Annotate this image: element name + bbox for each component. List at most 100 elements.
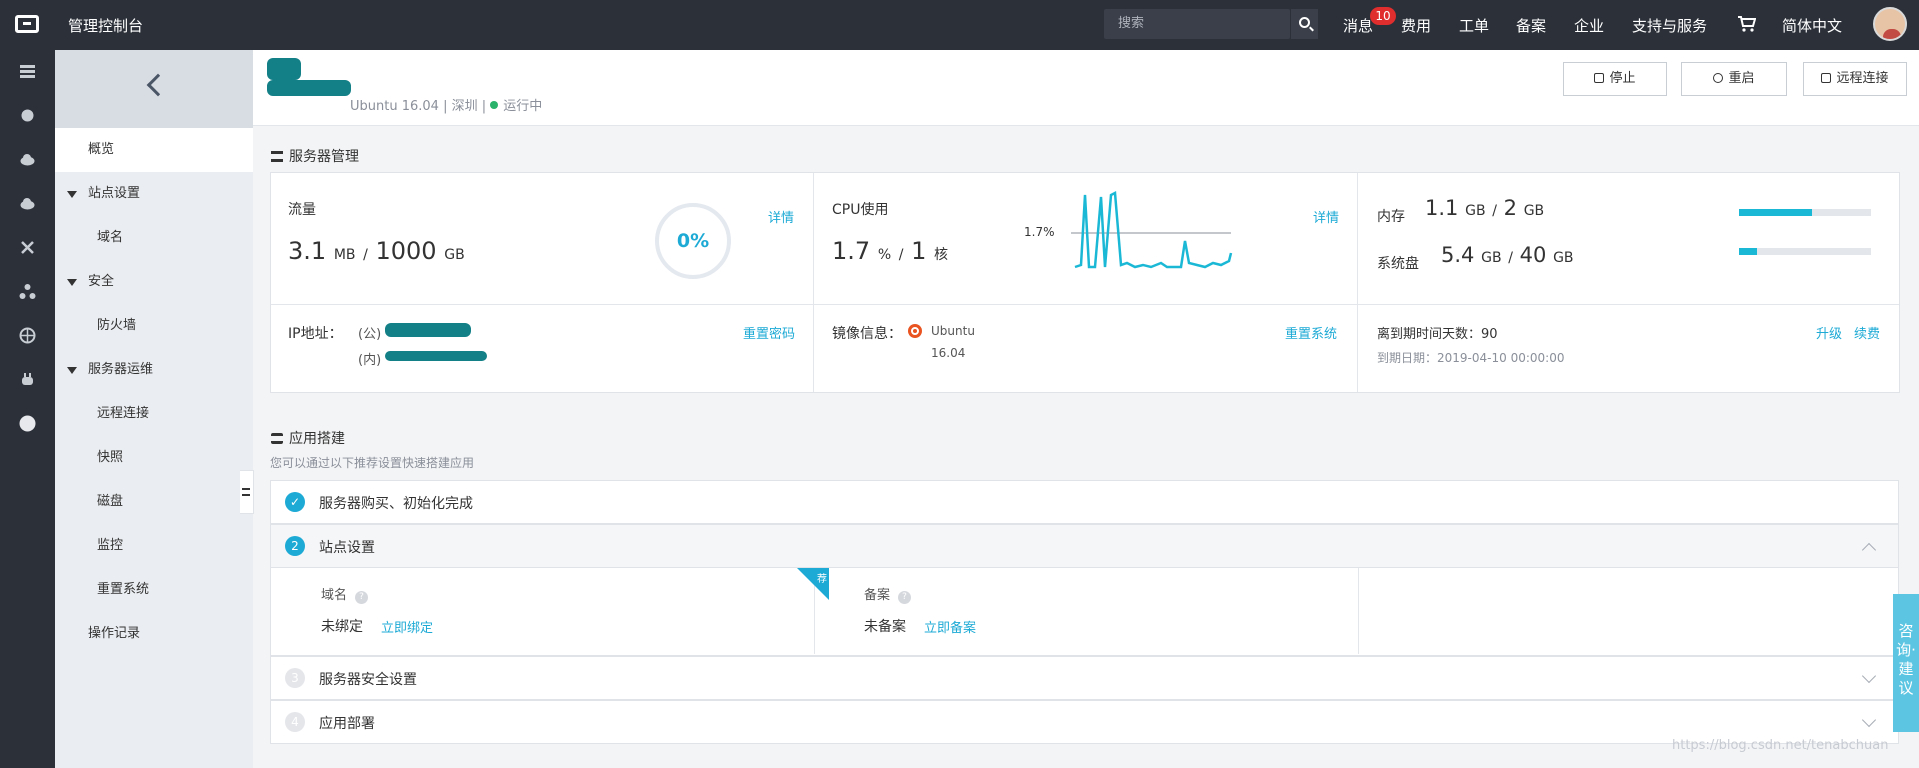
nav-beian[interactable]: 备案 <box>1516 15 1546 36</box>
memory-label: 内存 <box>1377 209 1405 225</box>
memory-value: 1.1 GB / 2 GB <box>1425 196 1545 220</box>
cart-icon[interactable] <box>1738 16 1756 32</box>
step-number: 4 <box>285 712 305 732</box>
domain-status: 未绑定 <box>321 619 363 635</box>
traffic-details-link[interactable]: 详情 <box>768 207 794 226</box>
stop-button[interactable]: 停止 <box>1563 62 1667 96</box>
private-ip-prefix: (内) <box>358 353 382 368</box>
upgrade-link[interactable]: 升级 <box>1816 323 1842 342</box>
restart-button[interactable]: 重启 <box>1681 62 1787 96</box>
back-button[interactable] <box>55 50 253 128</box>
chevron-up-icon[interactable] <box>1861 542 1877 558</box>
sidebar-item-snapshot[interactable]: 快照 <box>55 436 253 480</box>
image-name: Ubuntu <box>931 324 975 338</box>
os-label: Ubuntu 16.04 <box>350 99 439 114</box>
sidebar-item-overview[interactable]: 概览 <box>55 128 253 172</box>
chevron-down-icon[interactable] <box>1861 712 1877 728</box>
sidebar-item-remote-connect[interactable]: 远程连接 <box>55 392 253 436</box>
user-avatar[interactable] <box>1873 7 1907 41</box>
app-setup-subtitle: 您可以通过以下推荐设置快速搭建应用 <box>270 456 475 470</box>
divider <box>1358 568 1359 654</box>
console-title[interactable]: 管理控制台 <box>68 15 143 36</box>
instance-header: Ubuntu 16.04 | 深圳 | 运行中 停止 重启 远程连接 <box>253 50 1919 126</box>
cloud-upload-icon[interactable] <box>19 195 36 212</box>
apply-beian-link[interactable]: 立即备案 <box>924 617 976 636</box>
circle-icon[interactable] <box>19 415 36 432</box>
reset-password-link[interactable]: 重置密码 <box>743 323 795 342</box>
feedback-tab[interactable]: 咨询·建议 <box>1893 594 1919 732</box>
step-site-settings-body: 荐 域名? 未绑定 立即绑定 备案? 未备案 立即备案 <box>270 568 1899 656</box>
stop-icon <box>1594 73 1605 83</box>
cluster-icon[interactable] <box>19 283 36 300</box>
cpu-details-link[interactable]: 详情 <box>1313 207 1339 226</box>
expiry-days: 离到期时间天数：90 <box>1377 323 1498 342</box>
memory-usage-fill <box>1739 209 1812 216</box>
sidebar-item-reset-system[interactable]: 重置系统 <box>55 568 253 612</box>
monitor-icon <box>1821 73 1832 83</box>
sidebar-group-label: 服务器运维 <box>88 362 154 377</box>
disk-label: 系统盘 <box>1377 256 1419 272</box>
step-row[interactable]: 2 站点设置 <box>270 524 1899 568</box>
search-button[interactable] <box>1290 9 1318 39</box>
sidebar-group-label: 站点设置 <box>88 186 141 201</box>
product-icon-rail <box>0 50 55 768</box>
traffic-percent-ring: 0% <box>655 203 731 279</box>
redacted-private-ip <box>385 351 487 361</box>
nav-messages[interactable]: 消息 <box>1343 15 1373 36</box>
sidebar-item-disk[interactable]: 磁盘 <box>55 480 253 524</box>
traffic-label: 流量 <box>288 202 316 218</box>
help-icon[interactable]: ? <box>898 591 912 604</box>
sidebar-item-firewall[interactable]: 防火墙 <box>55 304 253 348</box>
menu-collapse-icon <box>242 488 250 496</box>
traffic-value: 3.1 MB / 1000 GB <box>288 237 465 265</box>
bind-domain-link[interactable]: 立即绑定 <box>381 617 433 636</box>
caret-down-icon <box>67 191 77 198</box>
search-icon <box>1299 17 1310 28</box>
step-row[interactable]: 4 应用部署 <box>270 700 1899 744</box>
plug-icon[interactable] <box>19 371 36 388</box>
sidebar-item-domain[interactable]: 域名 <box>55 216 253 260</box>
sidebar-group-server-ops[interactable]: 服务器运维 <box>55 348 253 392</box>
layers-icon <box>271 433 283 444</box>
globe-icon[interactable] <box>19 327 36 344</box>
step-row[interactable]: ✓ 服务器购买、初始化完成 <box>270 480 1899 524</box>
sidebar-collapse-toggle[interactable] <box>240 470 254 514</box>
image-label: 镜像信息： <box>832 326 902 342</box>
image-version: 16.04 <box>931 346 966 360</box>
disk-value: 5.4 GB / 40 GB <box>1441 243 1574 267</box>
sidebar-item-operation-log[interactable]: 操作记录 <box>55 612 253 656</box>
nav-billing[interactable]: 费用 <box>1401 15 1431 36</box>
watermark-text: https://blog.csdn.net/tenabchuan <box>1672 738 1889 753</box>
top-bar: 管理控制台 搜索 消息 10 费用 工单 备案 企业 支持与服务 简体中文 <box>0 0 1919 50</box>
renew-link[interactable]: 续费 <box>1854 323 1880 342</box>
search-input[interactable]: 搜索 <box>1104 9 1290 39</box>
nav-support[interactable]: 支持与服务 <box>1632 15 1707 36</box>
reset-system-link[interactable]: 重置系统 <box>1285 323 1337 342</box>
sidebar-item-monitor[interactable]: 监控 <box>55 524 253 568</box>
step-label: 应用部署 <box>319 716 375 732</box>
nav-tickets[interactable]: 工单 <box>1459 15 1489 36</box>
domain-label: 域名? <box>321 584 369 604</box>
cloud-icon[interactable] <box>19 151 36 168</box>
sidebar-group-site-settings[interactable]: 站点设置 <box>55 172 253 216</box>
remote-connect-button[interactable]: 远程连接 <box>1803 62 1907 96</box>
nav-language[interactable]: 简体中文 <box>1782 15 1842 36</box>
expiry-date-label: 到期日期： <box>1377 351 1438 365</box>
box-icon[interactable] <box>19 107 36 124</box>
ubuntu-icon <box>908 324 922 338</box>
message-count-badge: 10 <box>1370 7 1396 25</box>
cpu-label: CPU使用 <box>832 202 889 218</box>
disk-usage-bar <box>1739 248 1871 255</box>
server-icon[interactable] <box>19 63 36 80</box>
network-icon[interactable] <box>19 239 36 256</box>
sidebar-group-security[interactable]: 安全 <box>55 260 253 304</box>
nav-enterprise[interactable]: 企业 <box>1574 15 1604 36</box>
expiry-date: 到期日期：2019-04-10 00:00:00 <box>1377 349 1564 366</box>
caret-down-icon <box>67 279 77 286</box>
step-row[interactable]: 3 服务器安全设置 <box>270 656 1899 700</box>
expiry-date-value: 2019-04-10 00:00:00 <box>1437 351 1565 365</box>
aliyun-logo[interactable] <box>15 15 39 33</box>
help-icon[interactable]: ? <box>355 591 369 604</box>
chevron-down-icon[interactable] <box>1861 668 1877 684</box>
server-icon <box>271 151 283 162</box>
